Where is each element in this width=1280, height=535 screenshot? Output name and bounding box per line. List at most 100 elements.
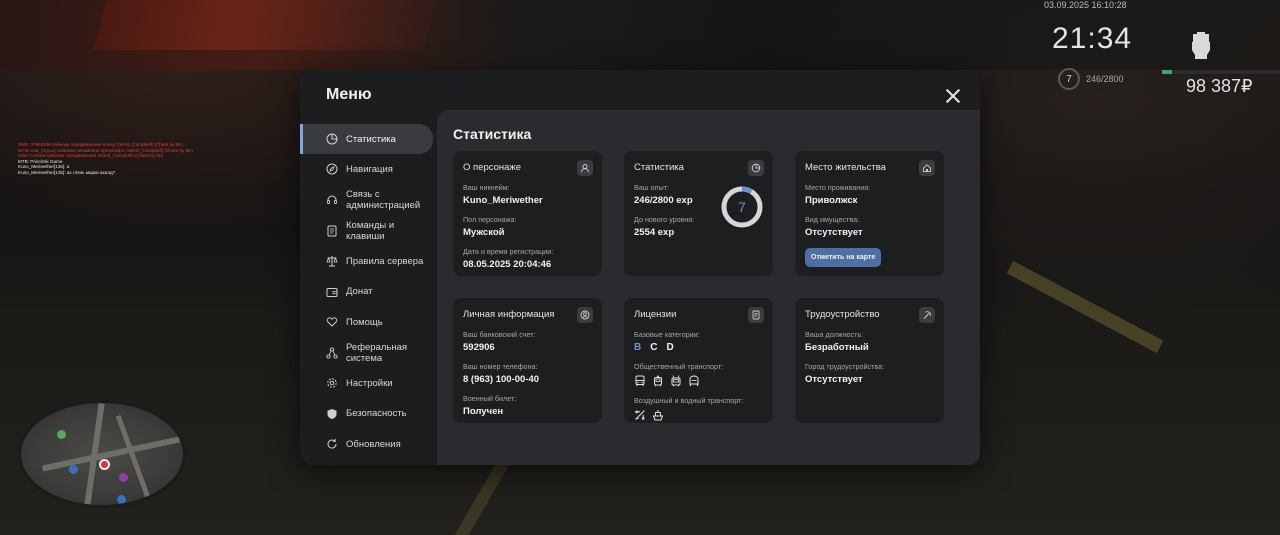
card-title: Личная информация bbox=[463, 309, 555, 320]
sidebar-item-label: Донат bbox=[346, 286, 373, 298]
plane-icon bbox=[634, 409, 646, 421]
position-label: Ваша должность: bbox=[805, 330, 864, 339]
level-value: 7 bbox=[738, 199, 746, 215]
license-category-d: D bbox=[666, 342, 674, 353]
pickaxe-icon bbox=[919, 307, 935, 323]
player-marker-icon bbox=[99, 459, 110, 470]
chat-line: Kuno_Meriwether[135]: ах глянь марки аха… bbox=[18, 169, 116, 175]
gender-label: Пол персонажа: bbox=[463, 215, 517, 224]
metro-icon bbox=[688, 375, 700, 387]
pie-chart-icon bbox=[748, 160, 764, 176]
phone-value: 8 (963) 100-00-40 bbox=[463, 374, 540, 385]
residence-label: Место проживания: bbox=[805, 183, 871, 192]
sidebar-item-navigation[interactable]: Навигация bbox=[300, 154, 437, 184]
hud-money: 98 387₽ bbox=[1186, 76, 1253, 96]
property-label: Вид имущества: bbox=[805, 215, 860, 224]
nickname-label: Ваш никнейм: bbox=[463, 183, 510, 192]
wallet-icon bbox=[326, 286, 338, 298]
card-licenses: Лицензии Базовые категории: B C D Общест… bbox=[624, 298, 773, 423]
home-icon bbox=[919, 160, 935, 176]
map-marker-icon bbox=[69, 465, 78, 474]
menu-sidebar: Статистика Навигация Связь с администрац… bbox=[300, 124, 437, 459]
close-button[interactable] bbox=[944, 87, 962, 105]
gender-value: Мужской bbox=[463, 227, 505, 238]
map-marker-icon bbox=[119, 473, 128, 482]
military-value: Получен bbox=[463, 406, 504, 417]
card-title: Лицензии bbox=[634, 309, 677, 320]
sidebar-item-label: Правила сервера bbox=[346, 255, 424, 267]
nickname-value: Kuno_Meriwether bbox=[463, 195, 543, 206]
sidebar-item-label: Команды и клавиши bbox=[346, 219, 395, 242]
hud-clock: 21:34 bbox=[1052, 22, 1133, 55]
sidebar-item-referral[interactable]: Реферальная система bbox=[300, 338, 437, 368]
position-value: Безработный bbox=[805, 342, 869, 353]
sidebar-item-statistics[interactable]: Статистика bbox=[300, 124, 433, 154]
base-categories-label: Базовые категории: bbox=[634, 330, 700, 339]
card-title: О персонаже bbox=[463, 162, 522, 173]
map-marker-icon bbox=[117, 495, 126, 504]
sidebar-item-commands[interactable]: Команды и клавиши bbox=[300, 216, 437, 246]
user-icon bbox=[577, 160, 593, 176]
mark-on-map-button[interactable]: Отметить на карте bbox=[805, 248, 882, 267]
sidebar-item-label: Помощь bbox=[346, 316, 383, 328]
work-city-value: Отсутствует bbox=[805, 374, 863, 385]
sidebar-item-rules[interactable]: Правила сервера bbox=[300, 246, 437, 276]
minimap bbox=[18, 400, 186, 508]
sidebar-item-contact-admin[interactable]: Связь с администрацией bbox=[300, 185, 437, 215]
background-sign bbox=[93, 0, 437, 50]
card-personal-info: Личная информация Ваш банковский счет: 5… bbox=[453, 298, 602, 423]
fist-icon bbox=[1192, 32, 1210, 59]
hud-datetime: 03.09.2025 16:10:28 bbox=[1044, 0, 1127, 10]
menu-modal: Меню Статистика Навигация Связь с админи… bbox=[300, 70, 980, 465]
bus-icon bbox=[634, 375, 646, 387]
air-water-transport-icons bbox=[634, 409, 763, 421]
sidebar-item-security[interactable]: Безопасность bbox=[300, 399, 437, 429]
hud-level-badge: 7 bbox=[1058, 68, 1080, 90]
work-city-label: Город трудоустройства: bbox=[805, 362, 885, 371]
scales-icon bbox=[326, 255, 338, 267]
pie-chart-icon bbox=[326, 133, 338, 145]
sidebar-item-label: Реферальная система bbox=[346, 341, 408, 364]
menu-title: Меню bbox=[326, 86, 372, 103]
card-title: Трудоустройство bbox=[805, 309, 880, 320]
bank-label: Ваш банковский счет: bbox=[463, 330, 536, 339]
document-icon bbox=[326, 225, 338, 237]
sidebar-item-donate[interactable]: Донат bbox=[300, 277, 437, 307]
license-icon bbox=[748, 307, 764, 323]
hud-exp-bar bbox=[1162, 70, 1280, 74]
user-circle-icon bbox=[577, 307, 593, 323]
trolleybus-icon bbox=[670, 375, 682, 387]
sidebar-item-label: Обновления bbox=[346, 438, 401, 450]
license-category-b: B bbox=[634, 342, 642, 353]
registration-label: Дата и время регистрации: bbox=[463, 247, 554, 256]
compass-icon bbox=[326, 163, 338, 175]
sidebar-item-label: Безопасность bbox=[346, 408, 407, 420]
headset-icon bbox=[326, 194, 338, 206]
sidebar-item-label: Статистика bbox=[346, 133, 396, 145]
military-label: Военный билет: bbox=[463, 394, 517, 403]
sidebar-item-help[interactable]: Помощь bbox=[300, 307, 437, 337]
chat-log: SMS: 37960298 кабинки передвижения поезд… bbox=[18, 142, 258, 176]
section-title: Статистика bbox=[453, 126, 532, 142]
boat-icon bbox=[652, 409, 664, 421]
statistics-panel: Статистика О персонаже Ваш никнейм: Kuno… bbox=[437, 110, 980, 465]
tram-icon bbox=[652, 375, 664, 387]
sidebar-item-label: Навигация bbox=[346, 163, 393, 175]
card-residence: Место жительства Место проживания: Приво… bbox=[795, 151, 944, 276]
hud-exp-bar-fill bbox=[1162, 70, 1173, 74]
card-title: Статистика bbox=[634, 162, 684, 173]
public-transport-icons bbox=[634, 375, 763, 387]
sidebar-item-settings[interactable]: Настройки bbox=[300, 368, 437, 398]
sidebar-item-label: Настройки bbox=[346, 377, 393, 389]
card-employment: Трудоустройство Ваша должность: Безработ… bbox=[795, 298, 944, 423]
residence-value: Приволжск bbox=[805, 195, 858, 206]
license-categories: B C D bbox=[634, 342, 763, 353]
map-marker-icon bbox=[57, 430, 66, 439]
phone-label: Ваш номер телефона: bbox=[463, 362, 538, 371]
sidebar-item-updates[interactable]: Обновления bbox=[300, 429, 437, 459]
shield-icon bbox=[326, 408, 338, 420]
refresh-icon bbox=[326, 438, 338, 450]
card-title: Место жительства bbox=[805, 162, 886, 173]
card-statistics: Статистика Ваш опыт: 246/2800 exp До нов… bbox=[624, 151, 773, 276]
air-water-transport-label: Воздушный и водный транспорт: bbox=[634, 396, 744, 405]
